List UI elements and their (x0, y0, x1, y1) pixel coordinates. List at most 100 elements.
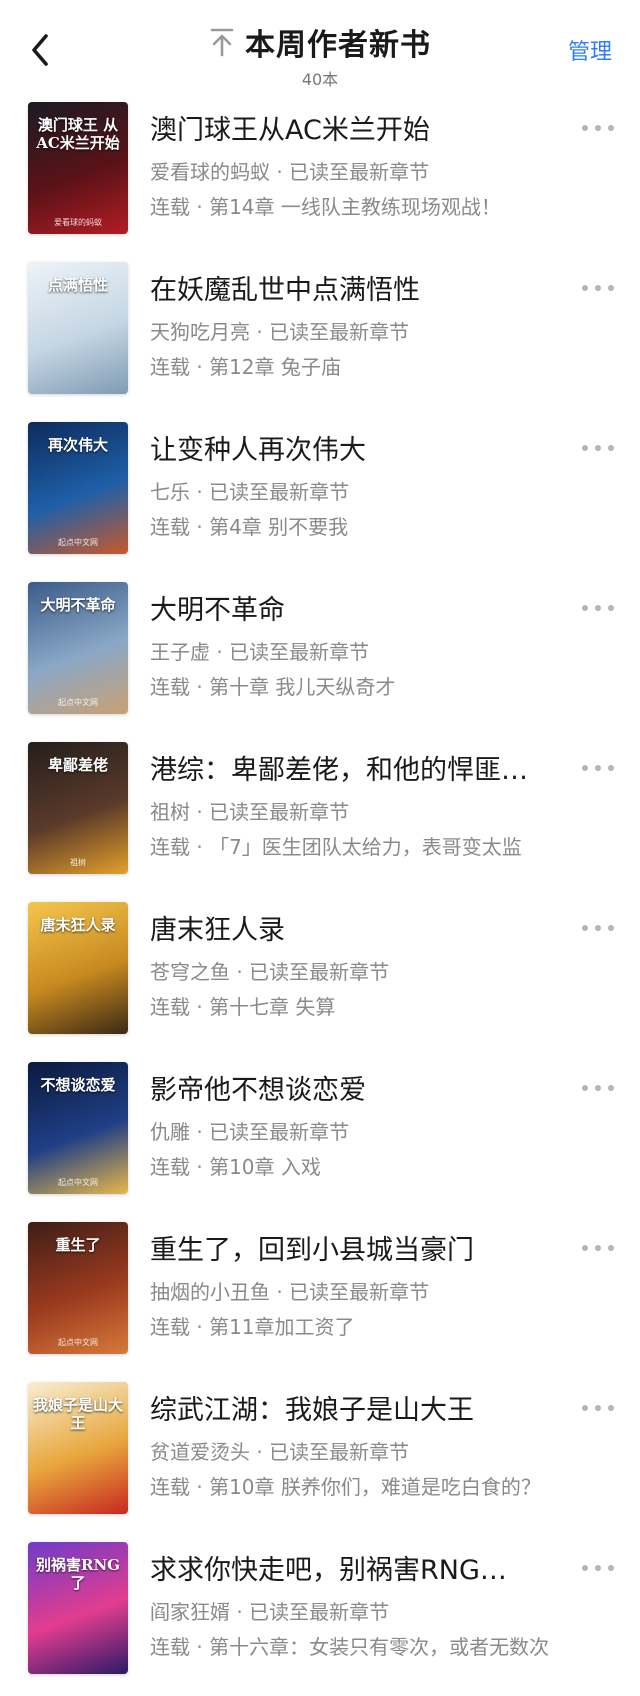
book-cover[interactable]: 大明不革命起点中文网 (28, 582, 128, 714)
more-dots-icon (582, 1565, 614, 1571)
more-options-button[interactable] (578, 918, 618, 938)
book-author: 仇雕 (150, 1120, 190, 1144)
book-chapter-line: 连载 · 第十六章：女装只有零次，或者无数次 (150, 1631, 600, 1660)
book-item[interactable]: 卑鄙差佬 祖树 港综：卑鄙差佬，和他的悍匪… 祖树 · 已读至最新章节 连载 · 「7」… (0, 736, 640, 896)
book-author: 爱看球的蚂蚁 (150, 160, 270, 184)
more-options-button[interactable] (578, 278, 618, 298)
book-author: 阎家狂婿 (150, 1600, 230, 1624)
book-cover[interactable]: 唐末狂人录 (28, 902, 128, 1034)
book-title: 影帝他不想谈恋爱 (150, 1075, 366, 1106)
more-dots-icon (582, 285, 614, 291)
read-status: 已读至最新章节 (289, 1280, 430, 1304)
cover-author: 起点中文网 (58, 1178, 98, 1187)
read-status: 已读至最新章节 (209, 480, 350, 504)
book-item[interactable]: 大明不革命 起点中文网 大明不革命 王子虚 · 已读至最新章节 连载 · 第十章 我儿天… (0, 576, 640, 736)
more-options-button[interactable] (578, 1558, 618, 1578)
book-cover[interactable]: 澳门球王 从AC米兰开始 爱看球的蚂蚁 (28, 102, 128, 234)
separator-dot: · (190, 480, 210, 504)
book-chapter-line: 连载 · 第4章 别不要我 (150, 511, 600, 540)
more-dots-icon (582, 925, 614, 931)
cover-title: 唐末狂人录 (40, 916, 116, 934)
book-chapter-line: 连载 · 第11章加工资了 (150, 1311, 600, 1340)
book-meta: 苍穹之鱼 · 已读至最新章节 (150, 956, 590, 985)
book-chapter-line: 连载 · 第14章 一线队主教练现场观战！ (150, 191, 600, 220)
book-item[interactable]: 唐末狂人录 唐末狂人录苍穹之鱼 · 已读至最新章节连载 · 第十七章 失算 (0, 896, 640, 1056)
book-cover[interactable]: 再次伟大 起点中文网 (28, 422, 128, 554)
separator-dot: · (190, 1475, 210, 1499)
read-status: 已读至最新章节 (249, 1600, 390, 1624)
book-author: 贫道爱烫头 (150, 1440, 250, 1464)
book-meta: 阎家狂婿 · 已读至最新章节 (150, 1596, 590, 1625)
more-options-button[interactable] (578, 1238, 618, 1258)
read-status: 已读至最新章节 (269, 1440, 410, 1464)
book-item[interactable]: 重生了 起点中文网 重生了，回到小县城当豪门抽烟的小丑鱼 · 已读至最新章节连载 ·… (0, 1216, 640, 1376)
serial-status: 连载 (150, 195, 190, 219)
book-author: 七乐 (150, 480, 190, 504)
read-status: 已读至最新章节 (209, 800, 350, 824)
serial-status: 连载 (150, 355, 190, 379)
more-options-button[interactable] (578, 118, 618, 138)
book-list: 澳门球王 从AC米兰开始 爱看球的蚂蚁 澳门球王从AC米兰开始爱看球的蚂蚁 · 已读… (0, 96, 640, 1696)
book-chapter-line: 连载 · 第10章 入戏 (150, 1151, 600, 1180)
book-item[interactable]: 我娘子是山大王 综武江湖：我娘子是山大王贫道爱烫头 · 已读至最新章节连载 · 第… (0, 1376, 640, 1536)
latest-chapter: 第十七章 失算 (209, 995, 336, 1019)
book-title: 求求你快走吧，别祸害RNG了！ (150, 1555, 530, 1586)
more-options-button[interactable] (578, 598, 618, 618)
serial-status: 连载 (150, 1635, 190, 1659)
book-title: 综武江湖：我娘子是山大王 (150, 1395, 474, 1426)
more-dots-icon (582, 1085, 614, 1091)
cover-title: 卑鄙差佬 (47, 756, 108, 774)
book-title: 唐末狂人录 (150, 915, 285, 946)
book-item[interactable]: 澳门球王 从AC米兰开始 爱看球的蚂蚁 澳门球王从AC米兰开始 爱看球的蚂蚁 · 已读… (0, 96, 640, 256)
book-cover[interactable]: 我娘子是山大王 (28, 1382, 128, 1514)
read-status: 已读至最新章节 (229, 640, 370, 664)
separator-dot: · (270, 1280, 290, 1304)
book-cover[interactable]: 点满悟性 (28, 262, 128, 394)
title-area: 本周作者新书 40本 (0, 20, 640, 90)
book-title: 港综：卑鄙差佬，和他的悍匪… (150, 755, 528, 786)
book-cover[interactable]: 卑鄙差佬 祖树 (28, 742, 128, 874)
read-status: 已读至最新章节 (289, 160, 430, 184)
latest-chapter: 第12章 兔子庙 (209, 355, 341, 379)
separator-dot: · (190, 675, 210, 699)
cover-title: 大明不革命 (40, 596, 116, 614)
book-item[interactable]: 再次伟大 起点中文网 让变种人再次伟大 七乐 · 已读至最新章节 连载 · 第4章 别不… (0, 416, 640, 576)
serial-status: 连载 (150, 1155, 190, 1179)
serial-status: 连载 (150, 515, 190, 539)
book-item[interactable]: 不想谈恋爱 起点中文网 影帝他不想谈恋爱 仇雕 · 已读至最新章节 连载 · 第10章 … (0, 1056, 640, 1216)
header: 本周作者新书 40本 管理 (0, 0, 640, 96)
separator-dot: · (190, 1635, 210, 1659)
book-author: 天狗吃月亮 (150, 320, 250, 344)
serial-status: 连载 (150, 1315, 190, 1339)
book-item[interactable]: 点满悟性 在妖魔乱世中点满悟性 天狗吃月亮 · 已读至最新章节 连载 · 第12章 兔… (0, 256, 640, 416)
book-title: 大明不革命 (150, 595, 285, 626)
book-author: 抽烟的小丑鱼 (150, 1280, 270, 1304)
book-item[interactable]: 别祸害RNG了 求求你快走吧，别祸害RNG了！ 阎家狂婿 · 已读至最新章节 连载 ·… (0, 1536, 640, 1696)
more-options-button[interactable] (578, 1078, 618, 1098)
latest-chapter: 「7」医生团队太给力，表哥变太监 (209, 835, 522, 859)
book-chapter-line: 连载 · 第10章 朕养你们，难道是吃白食的？ (150, 1471, 600, 1500)
book-cover[interactable]: 不想谈恋爱起点中文网 (28, 1062, 128, 1194)
separator-dot: · (190, 995, 210, 1019)
cover-author: 起点中文网 (58, 698, 98, 707)
latest-chapter: 第十六章：女装只有零次，或者无数次 (209, 1635, 550, 1659)
book-meta: 王子虚 · 已读至最新章节 (150, 636, 590, 665)
more-options-button[interactable] (578, 1398, 618, 1418)
book-title: 重生了，回到小县城当豪门 (150, 1235, 474, 1266)
latest-chapter: 第十章 我儿天纵奇才 (209, 675, 396, 699)
cover-title: 不想谈恋爱 (40, 1076, 116, 1094)
separator-dot: · (230, 1600, 250, 1624)
manage-button[interactable]: 管理 (568, 34, 612, 66)
cover-title: 重生了 (55, 1236, 101, 1254)
book-chapter-line: 连载 · 「7」医生团队太给力，表哥变太监 (150, 831, 600, 860)
serial-status: 连载 (150, 995, 190, 1019)
book-cover[interactable]: 重生了 起点中文网 (28, 1222, 128, 1354)
book-title: 澳门球王从AC米兰开始 (150, 115, 430, 146)
book-meta: 七乐 · 已读至最新章节 (150, 476, 590, 505)
more-options-button[interactable] (578, 438, 618, 458)
book-cover[interactable]: 别祸害RNG了 (28, 1542, 128, 1674)
cover-title: 我娘子是山大王 (32, 1396, 123, 1432)
separator-dot: · (250, 320, 270, 344)
cover-author: 爱看球的蚂蚁 (54, 218, 102, 227)
more-options-button[interactable] (578, 758, 618, 778)
